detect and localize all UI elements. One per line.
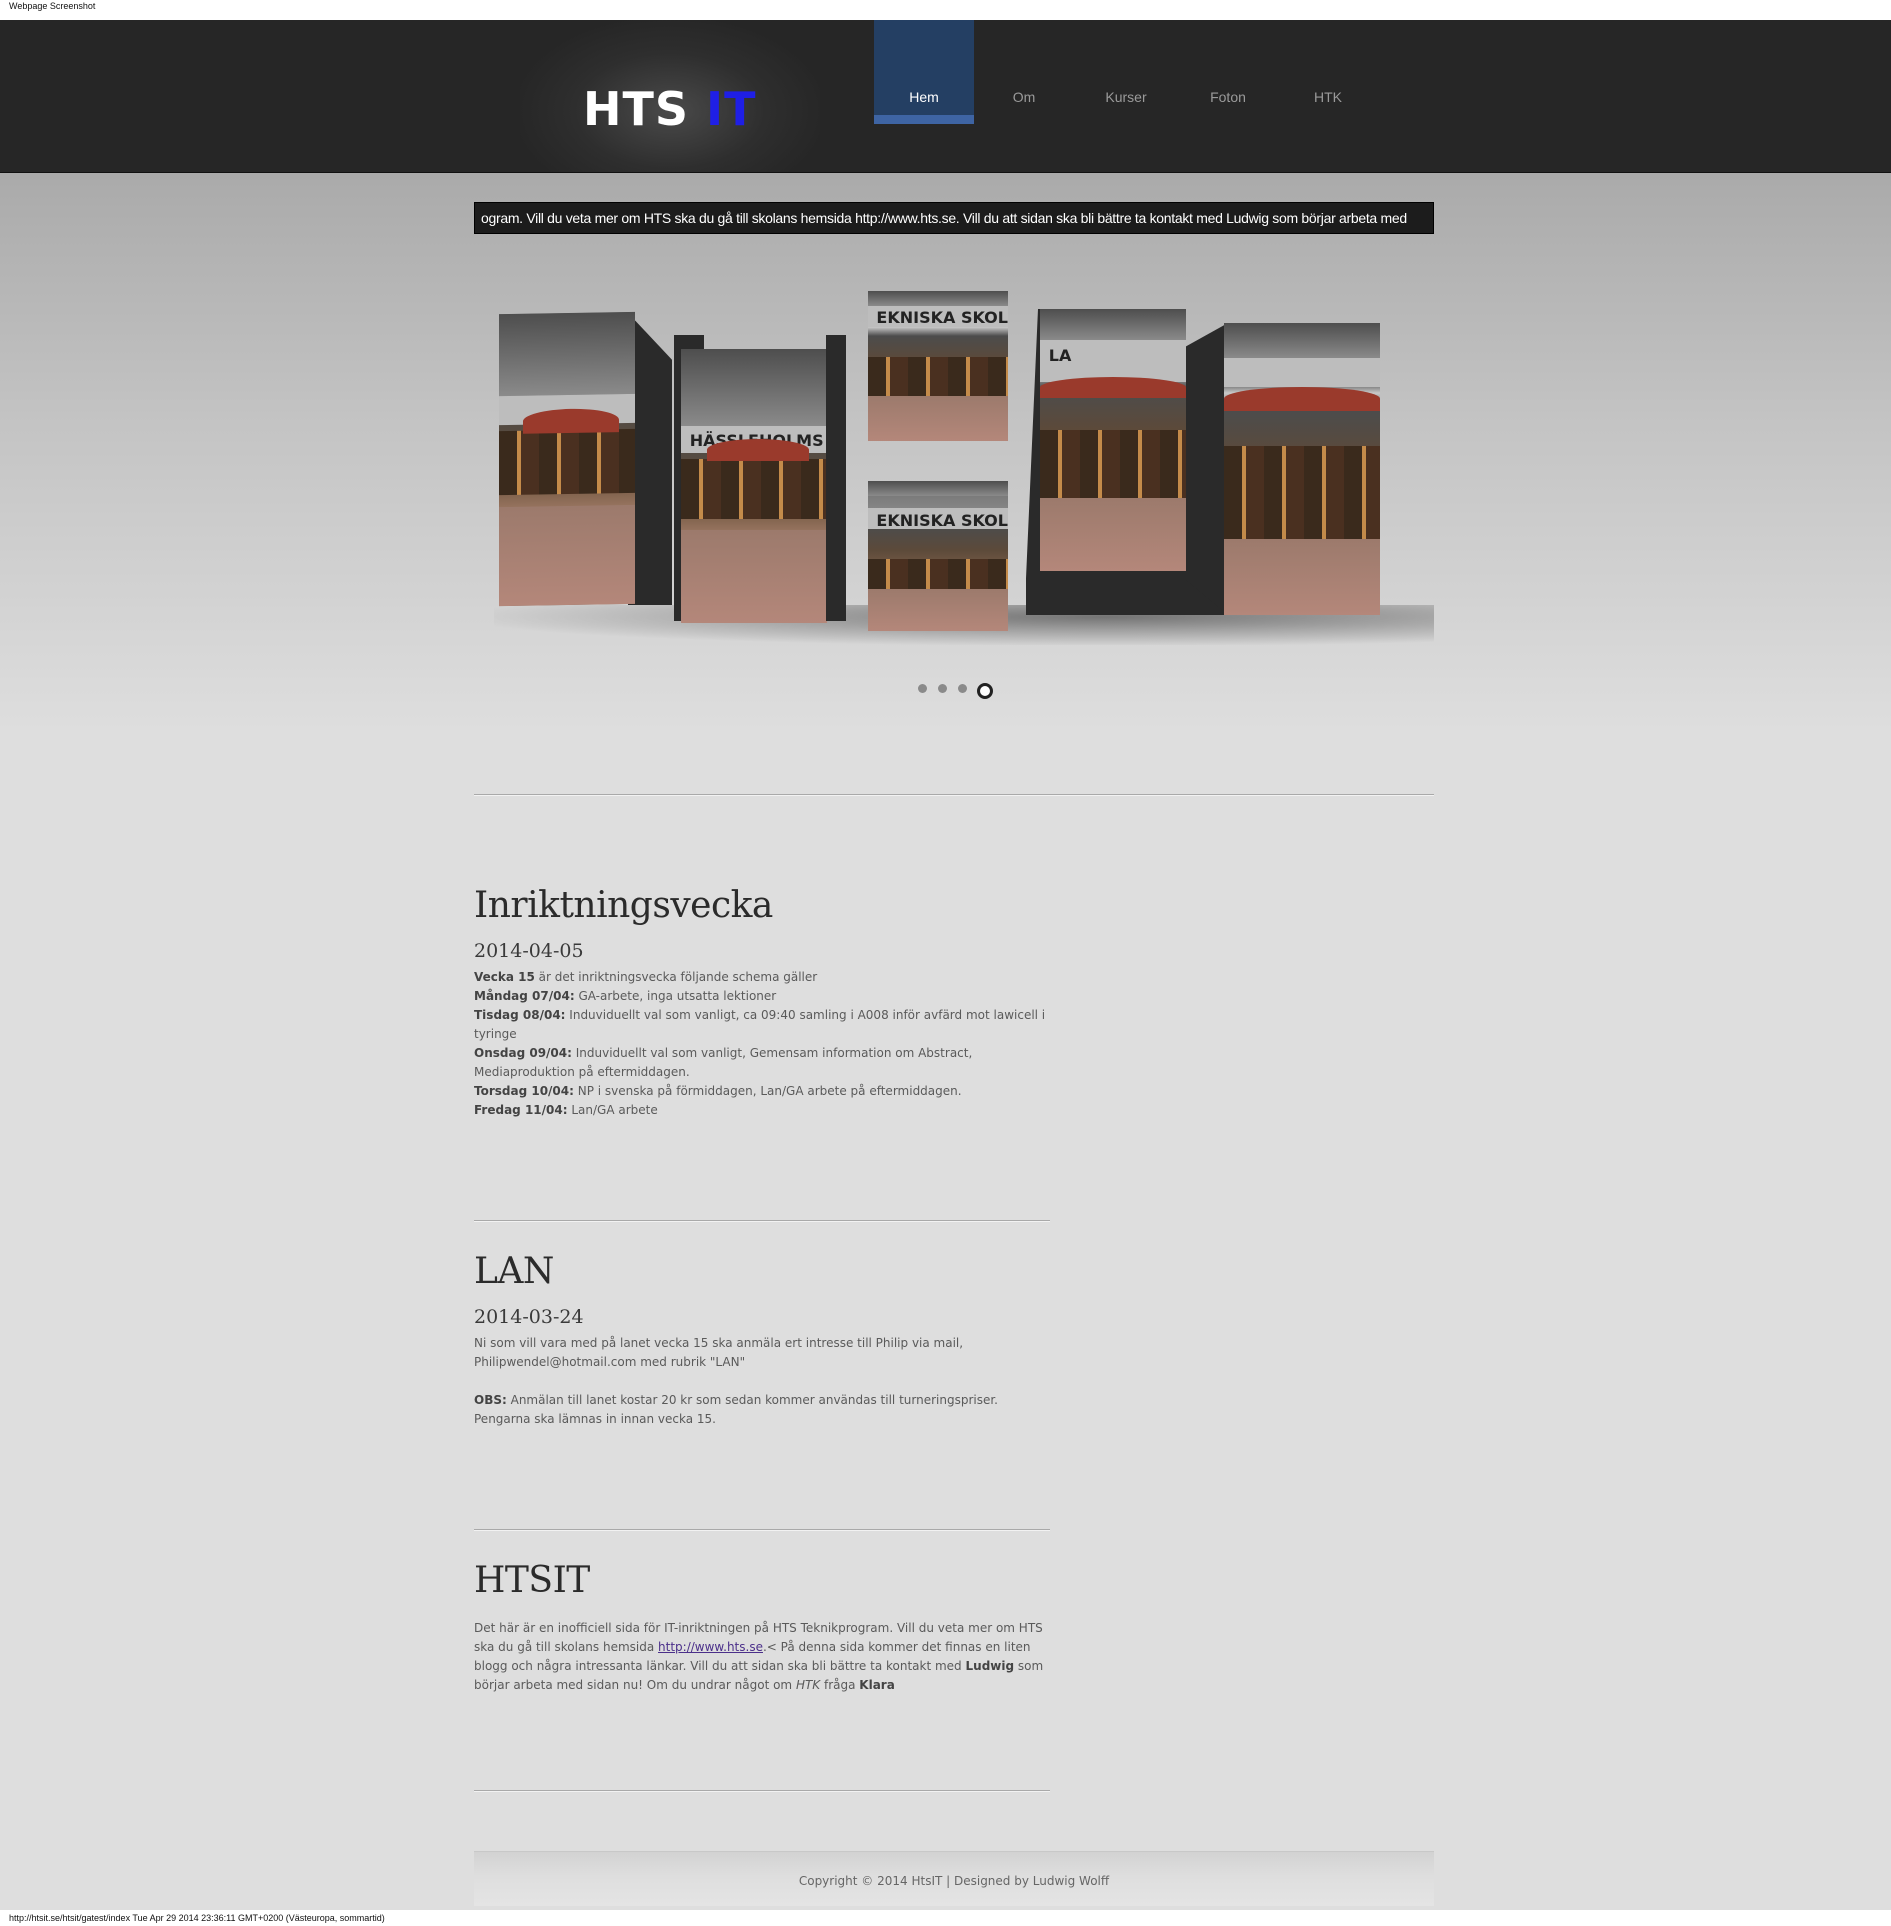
slider-panel-edge bbox=[826, 335, 846, 621]
nav-item-foton[interactable]: Foton bbox=[1178, 20, 1278, 124]
article-date: 2014-03-24 bbox=[474, 1306, 584, 1328]
schedule-day: Vecka 15 bbox=[474, 970, 535, 984]
slider-panel-edge bbox=[1186, 323, 1228, 615]
schedule-text: GA-arbete, inga utsatta lektioner bbox=[574, 989, 777, 1003]
site-logo[interactable]: HTS IT bbox=[583, 82, 757, 136]
article-title: HTSIT bbox=[474, 1560, 590, 1601]
slider-photo-3a: EKNISKA SKOL bbox=[868, 291, 1008, 441]
contact-name: Klara bbox=[859, 1678, 895, 1692]
logo-hts: HTS bbox=[583, 82, 690, 136]
slider-dot-active[interactable] bbox=[977, 683, 993, 699]
screenshot-label: Webpage Screenshot bbox=[0, 0, 1891, 20]
nav-item-htk[interactable]: HTK bbox=[1278, 20, 1378, 124]
slider-photo-3b: EKNISKA SKOL bbox=[868, 481, 1008, 631]
schedule-day: Fredag 11/04: bbox=[474, 1103, 568, 1117]
obs-text: Anmälan till lanet kostar 20 kr som seda… bbox=[474, 1393, 998, 1426]
slider-sign: EKNISKA SKOL bbox=[876, 307, 1008, 327]
site-footer: Copyright © 2014 HtsIT | Designed by Lud… bbox=[474, 1851, 1434, 1906]
schedule-line: Vecka 15 är det inriktningsvecka följand… bbox=[474, 968, 1054, 987]
schedule-text: är det inriktningsvecka följande schema … bbox=[534, 970, 818, 984]
slider-sign: EKNISKA SKOL bbox=[876, 511, 1008, 530]
separator bbox=[474, 794, 1434, 796]
htk-term: HTK bbox=[795, 1678, 821, 1692]
schedule-day: Onsdag 09/04: bbox=[474, 1046, 572, 1060]
status-url: http://htsit.se/htsit/gatest/index Tue A… bbox=[0, 1910, 1891, 1926]
schedule-day: Tisdag 08/04: bbox=[474, 1008, 566, 1022]
schedule-line: Måndag 07/04: GA-arbete, inga utsatta le… bbox=[474, 987, 1054, 1006]
schedule-text: NP i svenska på förmiddagen, Lan/GA arbe… bbox=[573, 1084, 962, 1098]
article-lan: LAN 2014-03-24 Ni som vill vara med på l… bbox=[474, 1251, 1054, 1429]
slider-dot[interactable] bbox=[958, 684, 967, 693]
separator bbox=[474, 1529, 1050, 1531]
hts-link[interactable]: http://www.hts.se bbox=[658, 1640, 763, 1654]
image-slider[interactable]: HÄSSLEHOLMS TE EKNISKA SKOL EKNISKA SKOL… bbox=[474, 285, 1434, 675]
slider-dot[interactable] bbox=[918, 684, 927, 693]
site-header: HTS IT Hem Om Kurser Foton HTK bbox=[0, 20, 1891, 173]
logo-it: IT bbox=[706, 82, 757, 136]
schedule-text: Lan/GA arbete bbox=[567, 1103, 658, 1117]
nav-item-hem[interactable]: Hem bbox=[874, 20, 974, 124]
article-title: LAN bbox=[474, 1251, 554, 1292]
article-htsit: HTSIT Det här är en inofficiell sida för… bbox=[474, 1560, 1054, 1695]
schedule-line: Torsdag 10/04: NP i svenska på förmiddag… bbox=[474, 1082, 1054, 1101]
article-title: Inriktningsvecka bbox=[474, 885, 773, 926]
obs-label: OBS: bbox=[474, 1393, 507, 1407]
slider-dot[interactable] bbox=[938, 684, 947, 693]
slider-photo-2: HÄSSLEHOLMS TE bbox=[681, 349, 827, 623]
article-inriktningsvecka: Inriktningsvecka 2014-04-05 Vecka 15 är … bbox=[474, 885, 1054, 1120]
separator bbox=[474, 1220, 1050, 1222]
news-ticker: ogram. Vill du veta mer om HTS ska du gå… bbox=[474, 202, 1434, 234]
schedule-line: Onsdag 09/04: Induviduellt val som vanli… bbox=[474, 1044, 1054, 1082]
contact-name: Ludwig bbox=[965, 1659, 1015, 1673]
separator bbox=[474, 1790, 1050, 1792]
schedule-line: Tisdag 08/04: Induviduellt val som vanli… bbox=[474, 1006, 1054, 1044]
slider-photo-4: LA bbox=[1040, 309, 1186, 571]
slider-photo-1 bbox=[499, 311, 635, 607]
article-body: Ni som vill vara med på lanet vecka 15 s… bbox=[474, 1334, 1054, 1429]
footer-copyright: Copyright © 2014 HtsIT | Designed by Lud… bbox=[798, 1874, 1110, 1888]
article-body: Det här är en inofficiell sida för IT-in… bbox=[474, 1619, 1054, 1695]
article-text: fråga bbox=[820, 1678, 860, 1692]
article-paragraph: Ni som vill vara med på lanet vecka 15 s… bbox=[474, 1336, 964, 1369]
article-paragraph: OBS: Anmälan till lanet kostar 20 kr som… bbox=[474, 1391, 1054, 1429]
schedule-day: Måndag 07/04: bbox=[474, 989, 575, 1003]
article-date: 2014-04-05 bbox=[474, 940, 584, 962]
nav-item-om[interactable]: Om bbox=[974, 20, 1074, 124]
slider-photo-5 bbox=[1224, 323, 1380, 615]
schedule-day: Torsdag 10/04: bbox=[474, 1084, 574, 1098]
ticker-text: ogram. Vill du veta mer om HTS ska du gå… bbox=[481, 210, 1407, 226]
nav-item-kurser[interactable]: Kurser bbox=[1074, 20, 1178, 124]
slider-sign: LA bbox=[1048, 345, 1072, 365]
schedule-line: Fredag 11/04: Lan/GA arbete bbox=[474, 1101, 1054, 1120]
article-body: Vecka 15 är det inriktningsvecka följand… bbox=[474, 968, 1054, 1120]
